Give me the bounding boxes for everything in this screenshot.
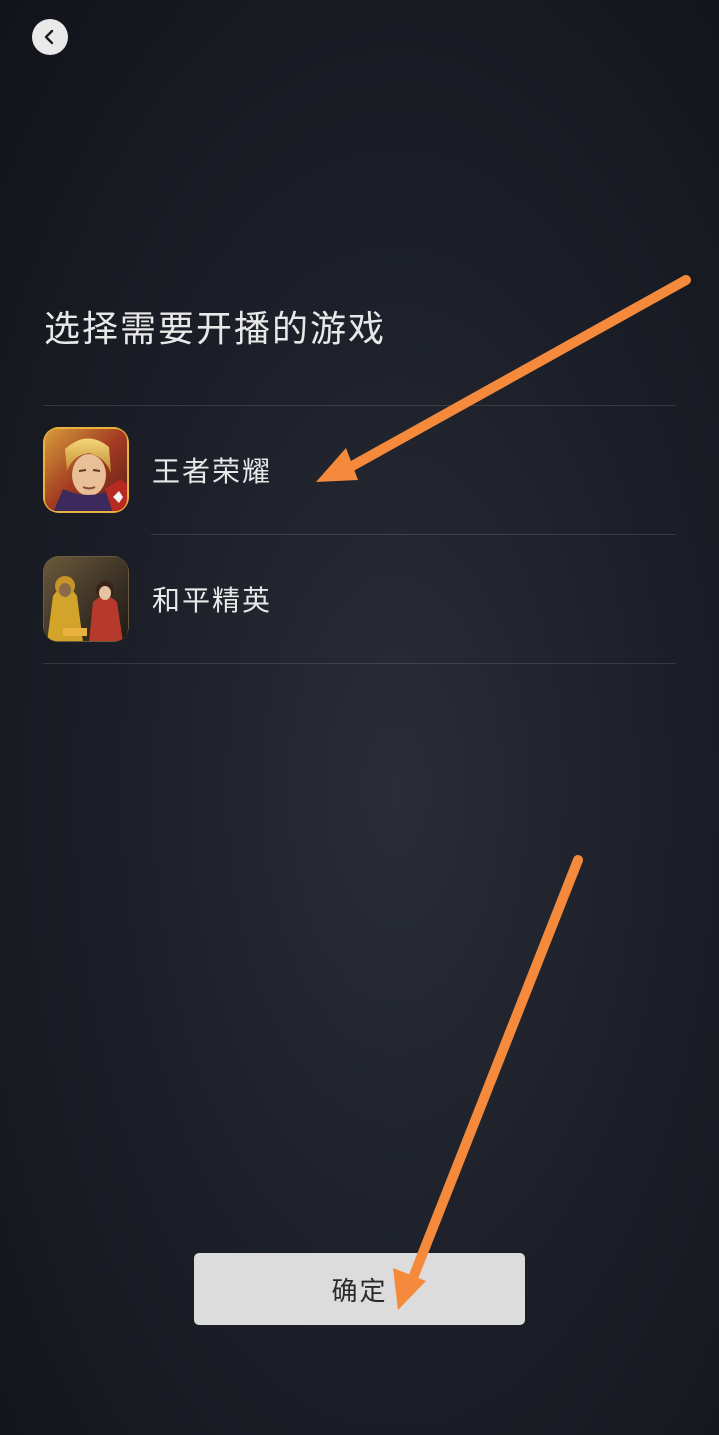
game-name: 王者荣耀 <box>152 455 273 488</box>
confirm-button[interactable]: 确定 <box>194 1253 525 1325</box>
annotation-arrow-to-confirm <box>393 855 583 1310</box>
game-item-game-for-peace[interactable]: 和平精英 <box>43 535 676 663</box>
back-button[interactable] <box>32 19 68 55</box>
divider <box>43 663 676 664</box>
game-item-honor-of-kings[interactable]: 王者荣耀 <box>43 406 676 534</box>
game-list: 王者荣耀 和平精英 <box>43 405 676 664</box>
game-name: 和平精英 <box>152 584 273 617</box>
annotation-arrows <box>316 275 691 1310</box>
chevron-left-icon <box>44 29 54 45</box>
page-title: 选择需要开播的游戏 <box>44 309 387 350</box>
honor-of-kings-app-icon <box>43 427 129 513</box>
game-for-peace-app-icon <box>43 556 129 642</box>
